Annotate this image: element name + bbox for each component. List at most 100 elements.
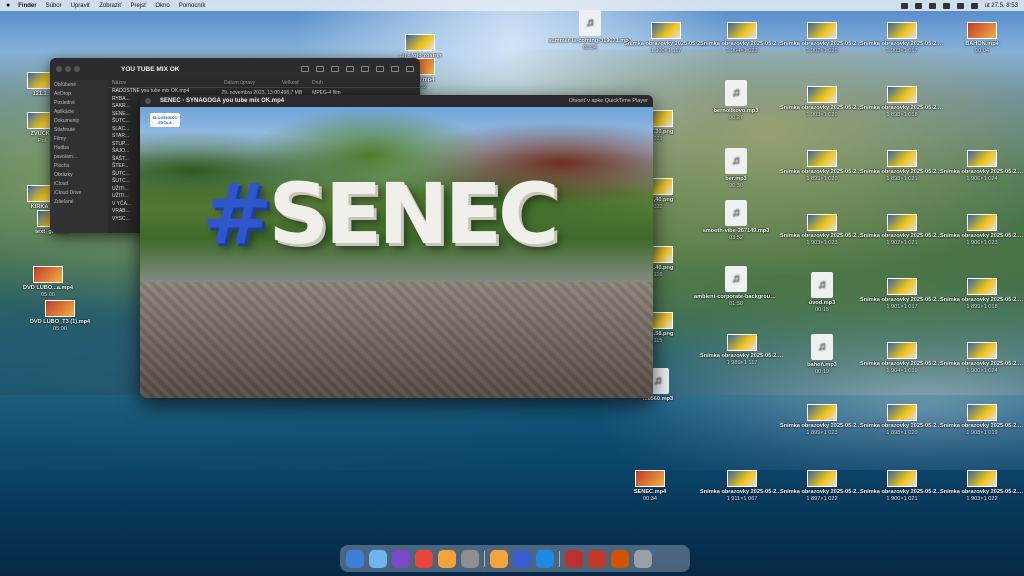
list-view-icon[interactable] [316, 66, 324, 72]
settings-icon[interactable] [461, 549, 479, 568]
menu-window[interactable]: Okno [155, 3, 169, 9]
desktop-icon[interactable]: Snímka obrazovky 2025-05-2...9.26.18.png… [860, 404, 944, 436]
more-icon[interactable] [391, 66, 399, 72]
tag-icon[interactable] [376, 66, 384, 72]
imovie-icon[interactable] [392, 549, 410, 568]
sidebar-item[interactable]: iCloud [54, 181, 104, 190]
desktop-icon[interactable]: ♫ bernolikovo.mp3 00:27 [694, 80, 778, 121]
finder-titlebar[interactable]: YOU TUBE MIX OK [50, 58, 420, 80]
close-button[interactable] [56, 66, 62, 72]
desktop-icon[interactable]: ♫ úvod.mp3 00:15 [780, 272, 864, 313]
messenger-icon[interactable] [536, 549, 554, 568]
sidebar-item[interactable]: Hudba [54, 145, 104, 154]
column-name[interactable]: Názov [112, 80, 224, 87]
apple-menu-icon[interactable]: ● [6, 2, 10, 9]
desktop-icon[interactable]: Snímka obrazovky 2025-05-2...10.07.32.pn… [780, 404, 864, 436]
sidebar-item[interactable]: Stiahnuté [54, 127, 104, 136]
gallery-view-icon[interactable] [346, 66, 354, 72]
control-center-icon[interactable] [970, 2, 978, 9]
quicktime-window[interactable]: SENEC - SYNAGOGA you tube mix OK.mp4 Otv… [140, 95, 653, 398]
bluetooth-icon[interactable] [914, 2, 922, 9]
launchpad-icon[interactable] [369, 549, 387, 568]
desktop-icon[interactable]: Snímka obrazovky 2025-05-2...8.58.25.png… [624, 22, 708, 54]
photos-icon[interactable] [438, 549, 456, 568]
desktop-icon[interactable]: Snímka obrazovky 2025-05-2...9.21.44.png… [940, 470, 1024, 502]
desktop-icon[interactable]: ♫ summer-is-coming-319071.mp3 01:34 [548, 10, 632, 51]
desktop-icon[interactable]: Snímka obrazovky 2025-05-2...9.27.40.png… [780, 86, 864, 118]
desktop-icon[interactable]: Snímka obrazovky 2025-05-2...10.28.12.pn… [700, 22, 784, 54]
desktop-icon[interactable]: ♫ ambient-corporate-background...40562.mp… [694, 266, 778, 307]
sidebar-item[interactable]: Obrázky [54, 172, 104, 181]
finder-icon[interactable] [346, 549, 364, 568]
column-date[interactable]: Dátum úpravy [224, 80, 282, 87]
final-cut-icon[interactable] [513, 549, 531, 568]
battery-icon[interactable] [928, 2, 936, 9]
desktop-icon[interactable]: Snímka obrazovky 2025-05-2...9.19.30.png… [940, 214, 1024, 246]
search-icon[interactable] [406, 66, 414, 72]
menu-go[interactable]: Prejsť [130, 3, 146, 9]
video-thumb-icon[interactable] [565, 549, 583, 568]
desktop-icon[interactable]: Snímka obrazovky 2025-05-2...10.15.22.pn… [700, 334, 784, 366]
zoom-button[interactable] [74, 66, 80, 72]
desktop-icon[interactable]: Snímka obrazovky 2025-05-2...9.27.22.png… [780, 22, 864, 54]
sidebar-item[interactable]: Posledné [54, 100, 104, 109]
menu-view[interactable]: Zobraziť [99, 3, 121, 9]
desktop-icon[interactable]: Snímka obrazovky 2025-05-2...9.15.50.png… [940, 150, 1024, 182]
column-size[interactable]: Veľkosť [282, 80, 312, 87]
desktop-icon[interactable]: Snímka obrazovky 2025-05-2...9.25.58.png… [860, 342, 944, 374]
menu-clock[interactable]: ut 27.5. 8:53 [985, 3, 1018, 9]
desktop-icon[interactable]: Snímka obrazovky 2025-05-2...9.24.32.png… [860, 214, 944, 246]
desktop-icon[interactable]: DVD LUBO...a.mp4 05:00 [6, 266, 90, 298]
desktop-icon[interactable]: DVD LUBO_T3 (1).mp4 05:00 [18, 300, 102, 332]
desktop-icon[interactable]: Snímka obrazovky 2025-05-2...0.08.44.png… [780, 470, 864, 502]
sidebar-item[interactable]: iCloud Drive [54, 190, 104, 199]
desktop-icon[interactable]: Snímka obrazovky 2025-05-2...9.20.44.png… [940, 342, 1024, 374]
search-icon[interactable] [956, 2, 964, 9]
open-in-quicktime-button[interactable]: Otvoriť v apke QuickTime Player [569, 98, 648, 104]
desktop-icon[interactable]: ...il - foto zostrih [378, 34, 462, 60]
desktop-icon[interactable]: ♫ smooth-vibe-267149.mp3 03:52 [694, 200, 778, 241]
sidebar-item[interactable]: Aplikácie [54, 109, 104, 118]
headphones-icon[interactable] [900, 2, 908, 9]
desktop-icon[interactable]: ♫ ber.mp3 00:30 [694, 148, 778, 189]
desktop-icon[interactable]: ♫ bahoň.mp3 00:19 [780, 334, 864, 375]
chrome-icon[interactable] [415, 549, 433, 568]
sidebar-item[interactable]: Filmy [54, 136, 104, 145]
desktop-icon[interactable]: Snímka obrazovky 2025-05-2...9.19.54.png… [940, 278, 1024, 310]
desktop-icon[interactable]: Snímka obrazovky 2025-05-2...10.03.00.pn… [700, 470, 784, 502]
desktop-icon[interactable]: Snímka obrazovky 2025-05-2...9.27.40.png… [860, 86, 944, 118]
desktop-icon[interactable]: Snímka obrazovky 2025-05-2...9.22.03.png… [860, 22, 944, 54]
wifi-icon[interactable] [942, 2, 950, 9]
sidebar-item[interactable]: AirDrop [54, 91, 104, 100]
sidebar-item[interactable]: pavolam... [54, 154, 104, 163]
sidebar-item[interactable]: Plocha [54, 163, 104, 172]
minimize-button[interactable] [65, 66, 71, 72]
close-button[interactable] [145, 98, 151, 104]
menu-edit[interactable]: Upraviť [71, 3, 91, 9]
desktop-icon[interactable]: Snímka obrazovky 2025-05-2...9.25.38.png… [860, 278, 944, 310]
quicktime-titlebar[interactable]: SENEC - SYNAGOGA you tube mix OK.mp4 Otv… [140, 95, 653, 107]
desktop-icon[interactable]: Snímka obrazovky 2025-05-2...9.21.26.png… [940, 404, 1024, 436]
menu-file[interactable]: Súbor [46, 3, 62, 9]
desktop-icon[interactable]: SENEC.mp4 00:34 [608, 470, 692, 502]
share-icon[interactable] [361, 66, 369, 72]
desktop-icon[interactable]: Snímka obrazovky 2025-05-2...9.26.38.png… [860, 470, 944, 502]
desktop-icon[interactable]: BAHON.mp4 00:04 [940, 22, 1024, 54]
menu-help[interactable]: Pomocník [179, 3, 206, 9]
desktop-icon[interactable]: Snímka obrazovky 2025-05-2...9.23.55.png… [860, 150, 944, 182]
video-thumb-icon[interactable] [588, 549, 606, 568]
desktop-icon[interactable]: Snímka obrazovky 2025-05-2...9.28.16.png… [780, 150, 864, 182]
video-thumb-icon[interactable] [611, 549, 629, 568]
image-file-icon [887, 86, 917, 103]
desktop-icon[interactable]: Snímka obrazovky 2025-05-2...9.28.55.png… [780, 214, 864, 246]
trash-icon[interactable] [634, 549, 652, 568]
sidebar-item[interactable]: Obľúbené [54, 82, 104, 91]
pages-icon[interactable] [490, 549, 508, 568]
icon-view-icon[interactable] [301, 66, 309, 72]
sidebar-item[interactable]: Zdieľané [54, 199, 104, 208]
column-view-icon[interactable] [331, 66, 339, 72]
sidebar-item[interactable]: Dokumenty [54, 118, 104, 127]
column-kind[interactable]: Druh [312, 80, 352, 87]
video-frame[interactable]: SLOVENSKO ZDOLA #SENEC [140, 107, 653, 398]
menu-finder[interactable]: Finder [18, 3, 36, 9]
